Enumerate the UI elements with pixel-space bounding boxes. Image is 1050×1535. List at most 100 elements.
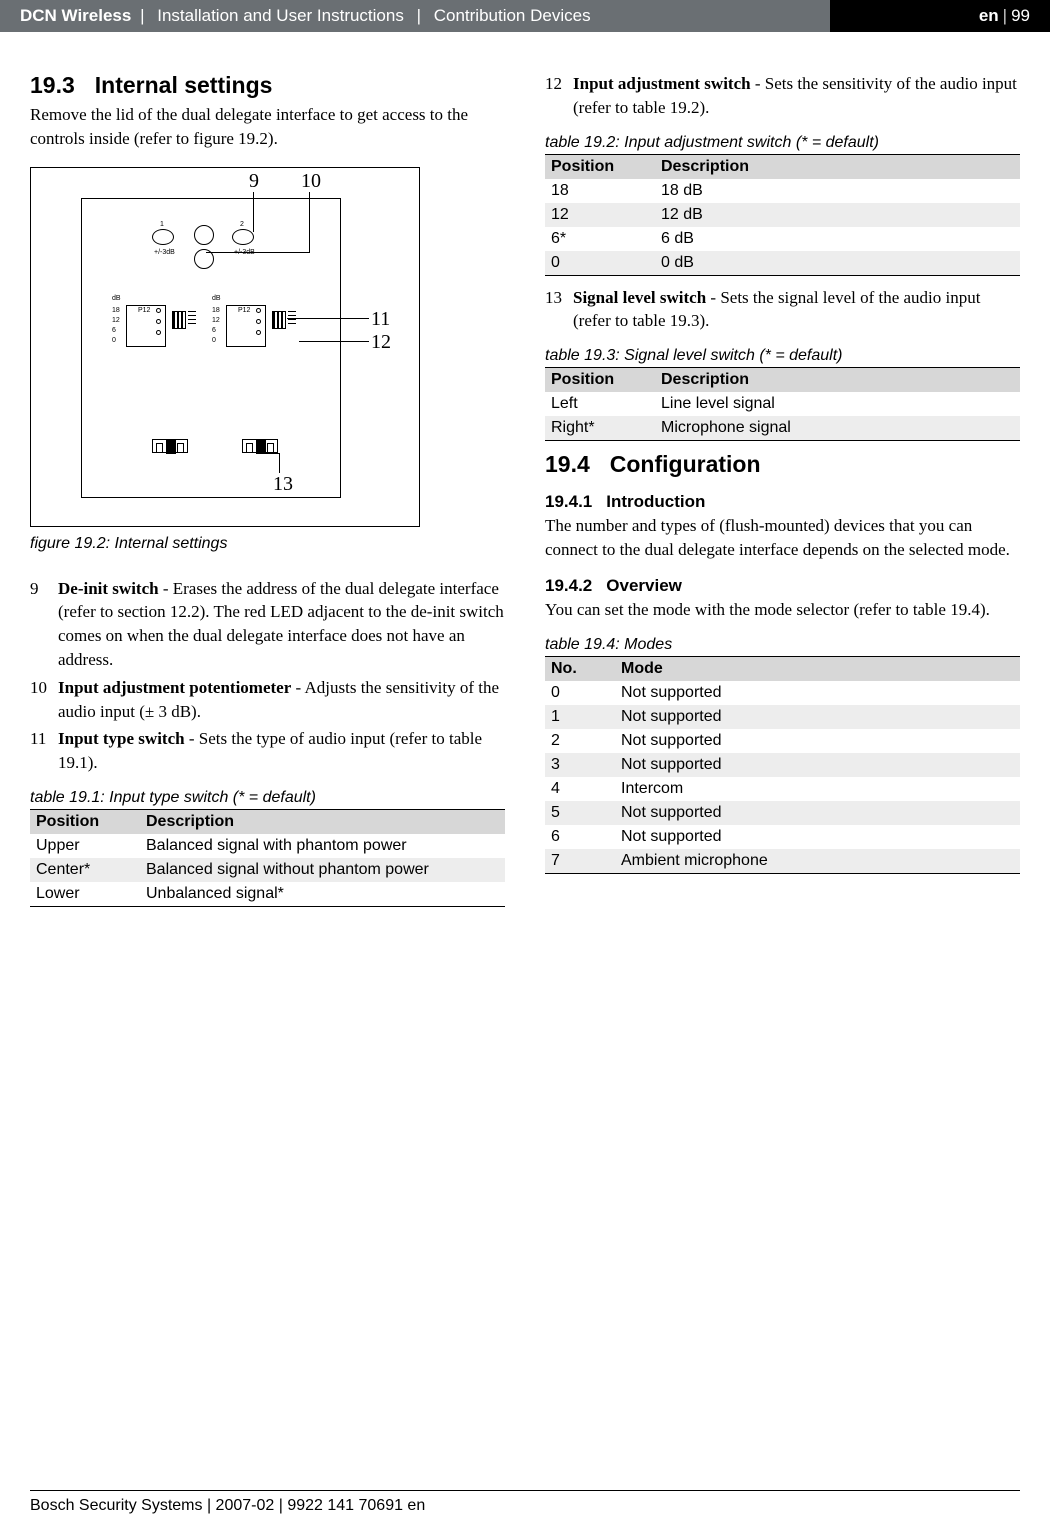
paragraph-19-4-1: The number and types of (flush-mounted) … [545,514,1020,562]
table-19-2-caption: table 19.2: Input adjustment switch (* =… [545,134,1020,152]
t19-1-r2c0: Lower [30,882,140,907]
list-13: 13 Signal level switch - Sets the signal… [545,286,1020,334]
leader-12 [299,341,369,342]
t19-1-h1: Description [140,809,505,834]
led-r1 [256,308,261,313]
table-19-3-caption: table 19.3: Signal level switch (* = def… [545,347,1020,365]
t19-2-r0c1: 18 dB [655,179,1020,203]
table-row: UpperBalanced signal with phantom power [30,834,505,858]
fig-scale-l-0: 18 [112,307,120,314]
led-l3 [156,330,161,335]
heading-19-4-1-title: Introduction [606,492,705,511]
t19-2-h0: Position [545,154,655,179]
page-footer: Bosch Security Systems | 2007-02 | 9922 … [30,1490,1020,1515]
adj-switch-l-icon [188,311,196,327]
list-item-11: 11 Input type switch - Sets the type of … [30,727,505,775]
list-num-13: 13 [545,286,573,334]
page-header: DCN Wireless | Installation and User Ins… [0,0,1050,32]
table-row: 2Not supported [545,729,1020,753]
led-l1 [156,308,161,313]
list-12: 12 Input adjustment switch - Sets the se… [545,72,1020,120]
list-num-12: 12 [545,72,573,120]
table-row: LeftLine level signal [545,392,1020,416]
heading-19-3-title: Internal settings [95,72,273,98]
leader-11 [287,318,369,319]
led-r2 [256,319,261,324]
t19-3-h0: Position [545,368,655,393]
figure-19-2: 1 2 +/-3dB +/-3dB dB dB 18 12 6 0 [30,167,420,527]
table-row: 0Not supported [545,681,1020,705]
table-row: 6*6 dB [545,227,1020,251]
fig-p12-r: P12 [238,307,250,314]
t19-4-h0: No. [545,656,615,681]
header-product: DCN Wireless [20,6,131,26]
table-row: 1818 dB [545,179,1020,203]
figure-board: 1 2 +/-3dB +/-3dB dB dB 18 12 6 0 [81,198,341,498]
t19-1-r0c0: Upper [30,834,140,858]
callout-12: 12 [371,331,391,354]
heading-19-4-2: 19.4.2Overview [545,576,1020,596]
right-column: 12 Input adjustment switch - Sets the se… [545,72,1020,917]
paragraph-19-4-2: You can set the mode with the mode selec… [545,598,1020,622]
table-row: LowerUnbalanced signal* [30,882,505,907]
list-bold-10: Input adjustment potentiometer [58,678,291,697]
heading-19-4-1-num: 19.4.1 [545,492,592,511]
t19-1-r1c0: Center* [30,858,140,882]
type-switch-r-icon [272,311,286,329]
t19-3-r0c1: Line level signal [655,392,1020,416]
led-r3 [256,330,261,335]
table-19-4: No.Mode 0Not supported 1Not supported 2N… [545,656,1020,874]
led-l2 [156,319,161,324]
fig-scale-l-1: 12 [112,317,120,324]
jack-1-icon [152,229,174,245]
t19-4-r4c1: Intercom [615,777,1020,801]
t19-3-r0c0: Left [545,392,655,416]
table-19-2: PositionDescription 1818 dB 1212 dB 6*6 … [545,154,1020,276]
list-item-9: 9 De-init switch - Erases the address of… [30,577,505,672]
t19-3-r1c1: Microphone signal [655,416,1020,441]
heading-19-4-title: Configuration [610,451,761,477]
table-row: Center*Balanced signal without phantom p… [30,858,505,882]
list-bold-13: Signal level switch [573,288,706,307]
header-page: 99 [1011,6,1030,26]
level-switch-l-icon [152,439,188,453]
callout-9: 9 [249,170,259,193]
fig-p12-l: P12 [138,307,150,314]
table-row: 00 dB [545,251,1020,276]
table-row: Right*Microphone signal [545,416,1020,441]
paragraph-19-3: Remove the lid of the dual delegate inte… [30,103,505,151]
t19-4-h1: Mode [615,656,1020,681]
leader-9 [253,192,254,232]
fig-db-l: dB [112,295,121,302]
t19-4-r2c1: Not supported [615,729,1020,753]
heading-19-3: 19.3 Internal settings [30,72,505,99]
t19-4-r7c0: 7 [545,849,615,874]
t19-4-r5c0: 5 [545,801,615,825]
t19-4-r5c1: Not supported [615,801,1020,825]
level-switch-r-icon [242,439,278,453]
table-row: 7Ambient microphone [545,849,1020,874]
t19-3-r1c0: Right* [545,416,655,441]
list-num-11: 11 [30,727,58,775]
header-right: en | 99 [830,0,1050,32]
table-row: 6Not supported [545,825,1020,849]
table-row: 1212 dB [545,203,1020,227]
list-item-10: 10 Input adjustment potentiometer - Adju… [30,676,505,724]
heading-19-4: 19.4Configuration [545,451,1020,478]
t19-2-r0c0: 18 [545,179,655,203]
t19-1-r2c1: Unbalanced signal* [140,882,505,907]
t19-3-h1: Description [655,368,1020,393]
heading-19-3-num: 19.3 [30,72,75,98]
type-switch-l-icon [172,311,186,329]
list-bold-12: Input adjustment switch [573,74,751,93]
t19-2-r2c0: 6* [545,227,655,251]
list-item-13: 13 Signal level switch - Sets the signal… [545,286,1020,334]
t19-4-r1c1: Not supported [615,705,1020,729]
leader-10b [206,252,310,253]
fig-label-2: 2 [240,221,244,228]
t19-2-h1: Description [655,154,1020,179]
list-9-11: 9 De-init switch - Erases the address of… [30,577,505,775]
jack-2-icon [232,229,254,245]
leader-13b [261,453,279,454]
t19-4-r1c0: 1 [545,705,615,729]
